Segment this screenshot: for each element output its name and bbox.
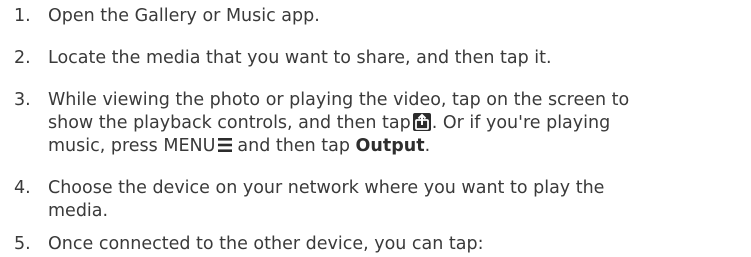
step-number: 5. bbox=[14, 234, 31, 254]
step-text: Locate the media that you want to share,… bbox=[48, 48, 552, 68]
step-line-text: show the playback controls, and then tap bbox=[48, 113, 411, 133]
step-number: 1. bbox=[14, 6, 31, 26]
step-line: While viewing the photo or playing the v… bbox=[48, 89, 748, 112]
step-text: While viewing the photo or playing the v… bbox=[48, 89, 748, 158]
step-line: Choose the device on your network where … bbox=[48, 178, 605, 198]
output-device-icon bbox=[412, 113, 431, 131]
step-line-text: . bbox=[424, 136, 431, 156]
step-line-text: music, press MENU bbox=[48, 136, 216, 156]
step-number: 3. bbox=[14, 90, 31, 110]
step-line-text: While viewing the photo or playing the v… bbox=[48, 90, 630, 110]
step-line: music, press MENU and then tap Output. bbox=[48, 135, 748, 158]
menu-icon bbox=[218, 138, 233, 152]
step-line: media. bbox=[48, 201, 109, 221]
step-number: 4. bbox=[14, 178, 31, 198]
step-line-text: . Or if you're playing bbox=[431, 113, 611, 133]
step-line-text: and then tap bbox=[237, 136, 350, 156]
step-text: Open the Gallery or Music app. bbox=[48, 6, 320, 26]
step-text: Once connected to the other device, you … bbox=[48, 234, 484, 254]
step-text: Choose the device on your network where … bbox=[48, 177, 748, 223]
output-option-label: Output bbox=[355, 136, 425, 156]
instruction-steps: 1. Open the Gallery or Music app. 2. Loc… bbox=[0, 0, 751, 257]
step-number: 2. bbox=[14, 48, 31, 68]
step-line: show the playback controls, and then tap… bbox=[48, 112, 748, 135]
